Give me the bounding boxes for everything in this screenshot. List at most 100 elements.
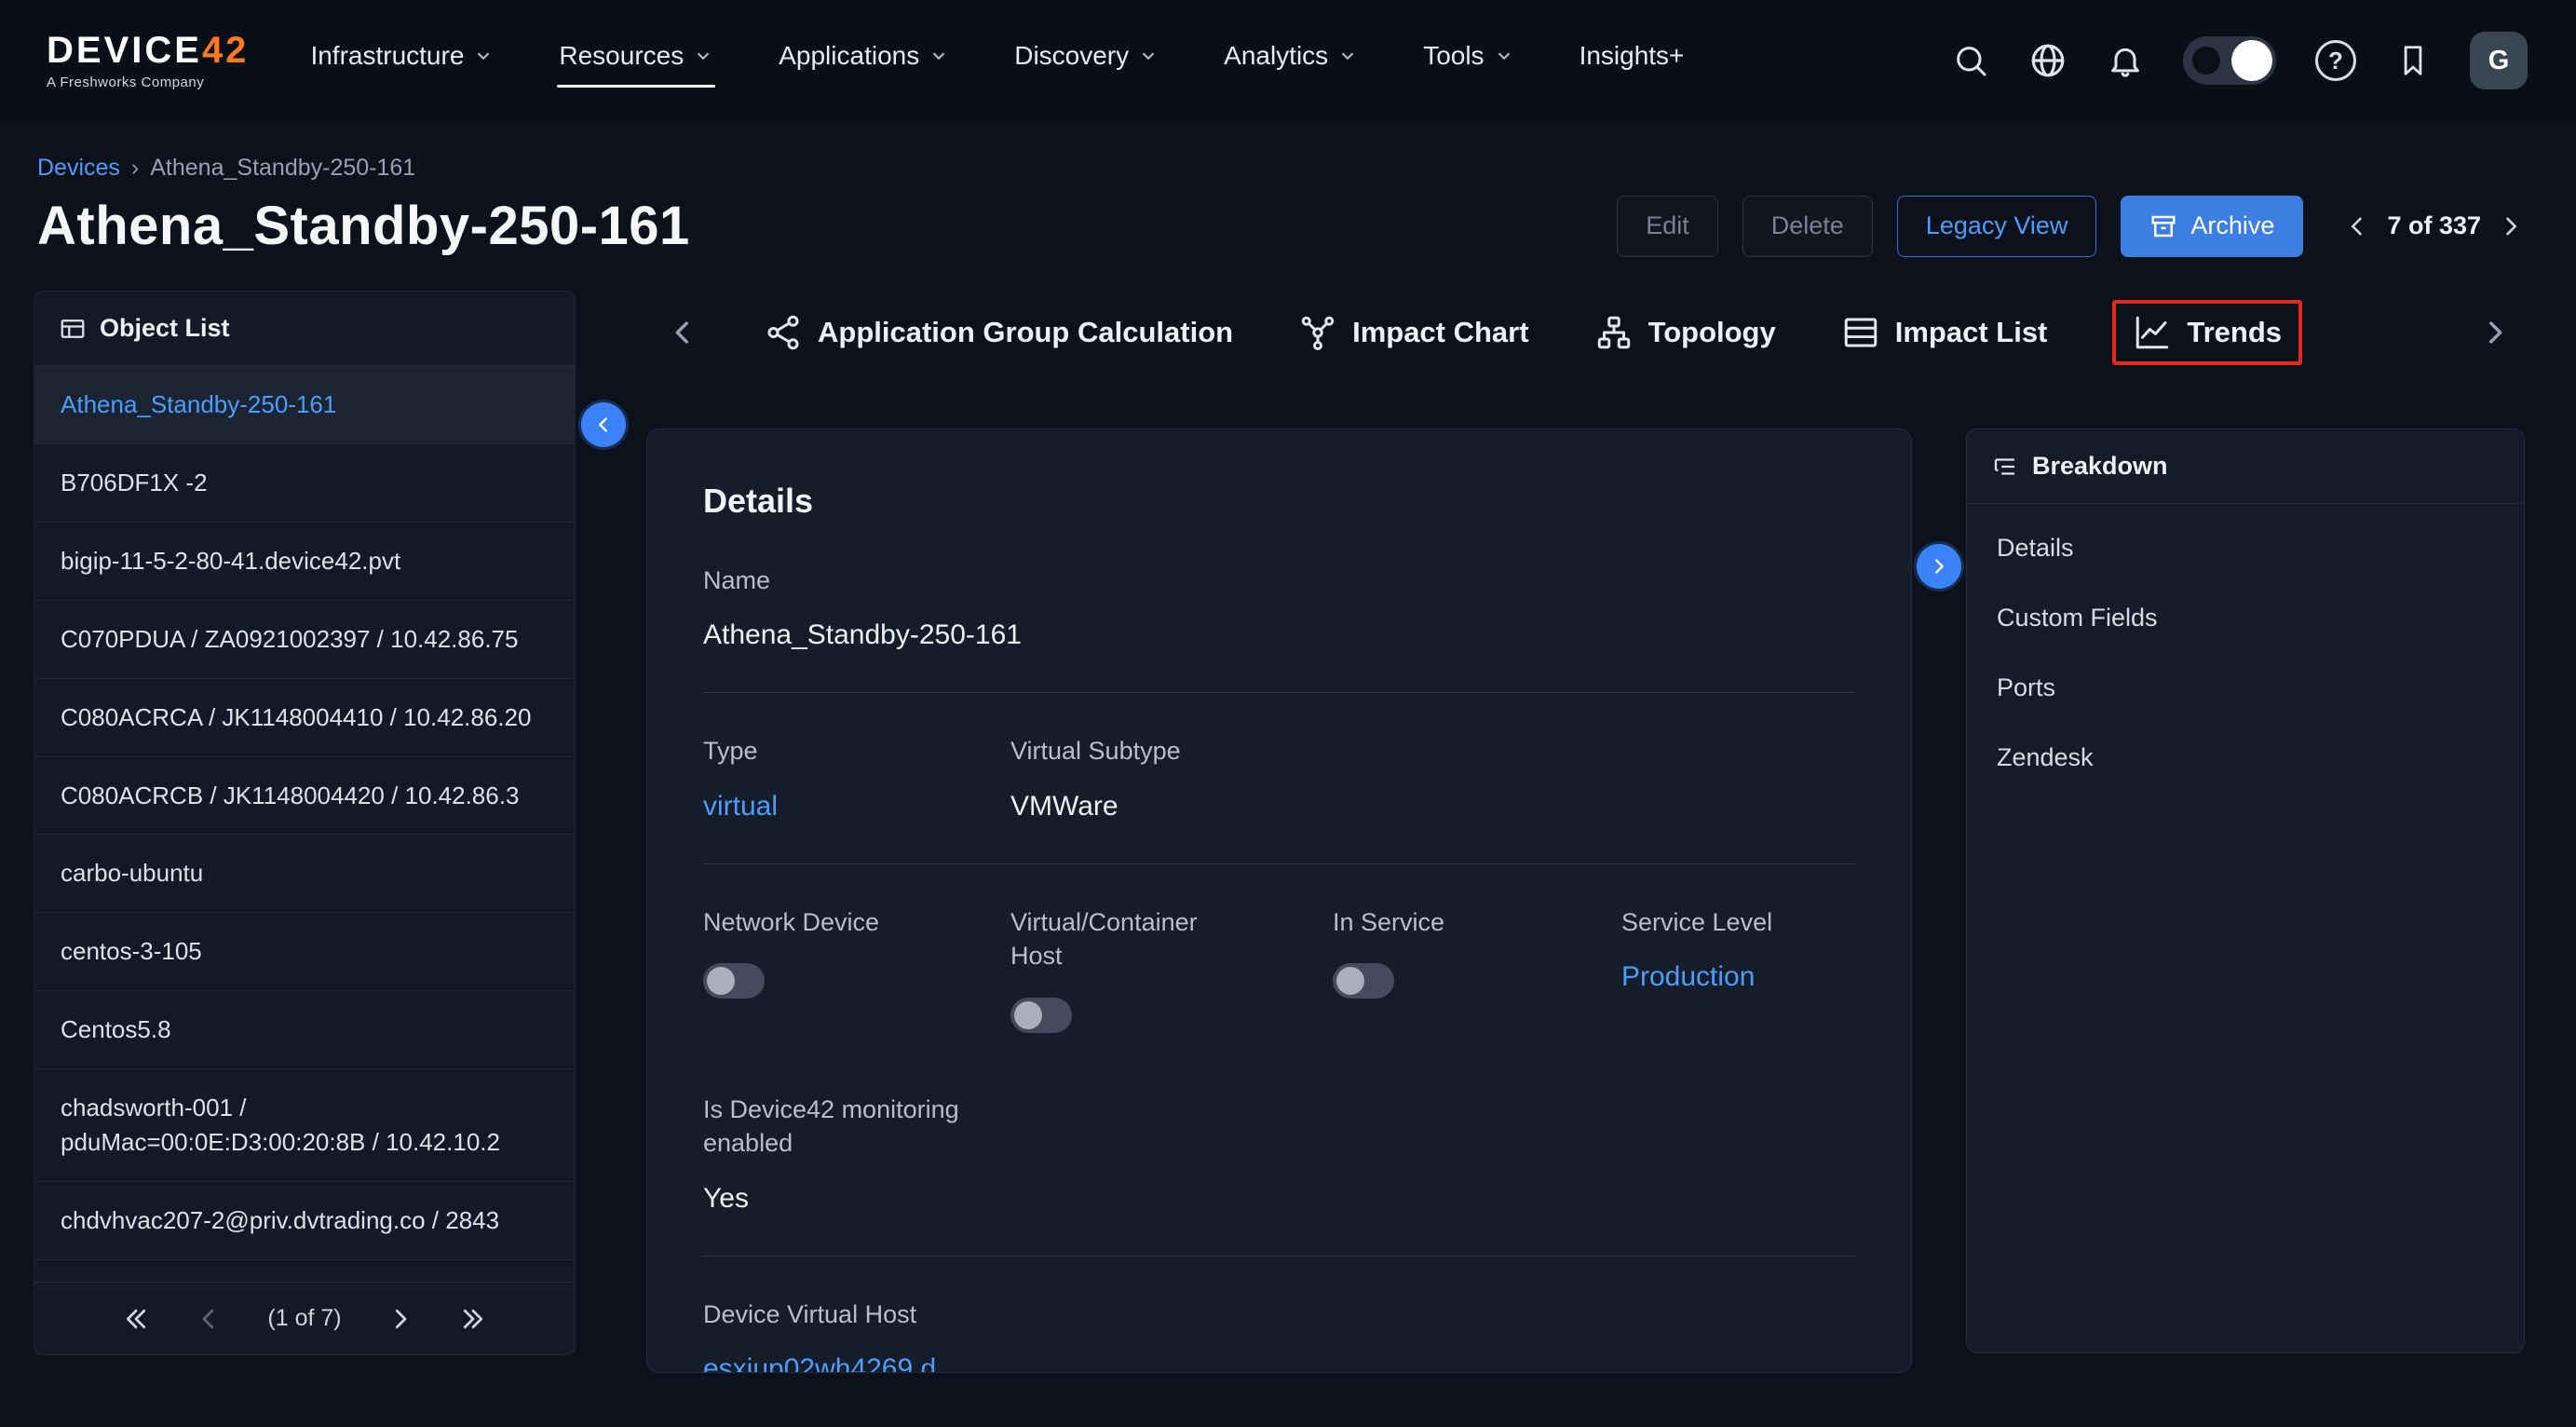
tab-bar: Application Group Calculation Impact Cha…: [646, 291, 2524, 374]
breakdown-item-details[interactable]: Details: [1967, 513, 2524, 583]
tabs-scroll-left-button[interactable]: [667, 317, 698, 348]
nav-item-infrastructure[interactable]: Infrastructure: [308, 32, 495, 89]
details-card: Details Name Athena_Standby-250-161 Type…: [646, 428, 1912, 1373]
virtual-subtype-label: Virtual Subtype: [1010, 734, 1855, 768]
network-device-field: Network Device: [703, 905, 1010, 1033]
archive-button[interactable]: Archive: [2121, 196, 2303, 257]
device-pager: 7 of 337: [2344, 211, 2524, 240]
moon-icon: [2192, 47, 2220, 75]
nav-item-applications[interactable]: Applications: [777, 32, 951, 89]
divider: [703, 863, 1855, 864]
list-item[interactable]: B706DF1X -2: [34, 444, 575, 523]
impact-chart-icon: [1298, 313, 1337, 352]
virtual-subtype-value: VMWare: [1010, 791, 1855, 822]
last-page-button[interactable]: [459, 1305, 487, 1333]
breakdown-item-custom-fields[interactable]: Custom Fields: [1967, 583, 2524, 653]
nav-item-tools[interactable]: Tools: [1421, 32, 1515, 89]
object-list-pagination: (1 of 7): [34, 1282, 575, 1354]
tab-impact-list[interactable]: Impact List: [1841, 313, 2048, 352]
app-root: DEVICE42 A Freshworks Company Infrastruc…: [0, 0, 2576, 1427]
object-list-items: Athena_Standby-250-161 B706DF1X -2 bigip…: [34, 366, 575, 1282]
list-item[interactable]: chdvhvac207-2@priv.dvtrading.co / 2843: [34, 1182, 575, 1260]
navbar-right-controls: ? G: [1952, 32, 2528, 89]
nav-item-analytics[interactable]: Analytics: [1222, 32, 1360, 89]
main-body: Details Name Athena_Standby-250-161 Type…: [646, 428, 2524, 1373]
title-row: Athena_Standby-250-161 Edit Delete Legac…: [37, 195, 2524, 257]
tab-impact-chart[interactable]: Impact Chart: [1298, 313, 1528, 352]
delete-button[interactable]: Delete: [1742, 196, 1873, 257]
avatar[interactable]: G: [2470, 32, 2528, 89]
tabs-scroll-right-button[interactable]: [2479, 317, 2511, 348]
virtual-container-host-toggle[interactable]: [1010, 998, 1072, 1033]
breakdown-panel: Breakdown Details Custom Fields Ports Ze…: [1966, 428, 2525, 1353]
nav-item-discovery[interactable]: Discovery: [1012, 32, 1160, 89]
list-item[interactable]: Centos5.8: [34, 991, 575, 1069]
sidebar-collapse-button[interactable]: [581, 402, 626, 447]
legacy-view-button[interactable]: Legacy View: [1897, 196, 2097, 257]
main-column: Application Group Calculation Impact Cha…: [646, 291, 2524, 1373]
prev-device-button[interactable]: [2344, 213, 2370, 239]
globe-icon[interactable]: [2028, 41, 2068, 80]
bell-icon[interactable]: [2107, 42, 2144, 79]
type-row: Type virtual Virtual Subtype VMWare: [703, 734, 1855, 822]
list-item[interactable]: centos-3-105: [34, 913, 575, 991]
tab-label: Trends: [2187, 316, 2282, 349]
details-expand-button[interactable]: [1917, 544, 1961, 589]
breakdown-title: Breakdown: [2032, 452, 2168, 481]
breakdown-item-ports[interactable]: Ports: [1967, 653, 2524, 723]
service-level-value-link[interactable]: Production: [1621, 961, 1855, 993]
tab-label: Topology: [1648, 316, 1776, 349]
type-value-link[interactable]: virtual: [703, 791, 1010, 822]
virtual-container-host-field: Virtual/Container Host: [1010, 905, 1333, 1033]
list-item[interactable]: C080ACRCA / JK1148004410 / 10.42.86.20: [34, 679, 575, 757]
next-page-button[interactable]: [386, 1305, 414, 1333]
nav-item-label: Analytics: [1224, 41, 1328, 71]
breadcrumb-current: Athena_Standby-250-161: [150, 155, 415, 182]
object-list-header: Object List: [34, 292, 575, 366]
breakdown-item-zendesk[interactable]: Zendesk: [1967, 723, 2524, 793]
service-level-label: Service Level: [1621, 905, 1855, 939]
list-item[interactable]: C070PDUA / ZA0921002397 / 10.42.86.75: [34, 601, 575, 679]
first-page-button[interactable]: [122, 1305, 150, 1333]
network-device-toggle[interactable]: [703, 963, 765, 999]
type-field: Type virtual: [703, 734, 1010, 822]
nav-item-insights[interactable]: Insights+: [1578, 32, 1687, 89]
list-item[interactable]: Athena_Standby-250-161: [34, 366, 575, 444]
nav-item-label: Infrastructure: [310, 41, 464, 71]
page-title: Athena_Standby-250-161: [37, 195, 690, 257]
in-service-field: In Service: [1333, 905, 1621, 1033]
device42-logo[interactable]: DEVICE42 A Freshworks Company: [47, 32, 249, 90]
list-item[interactable]: bigip-11-5-2-80-41.device42.pvt: [34, 523, 575, 601]
nav-item-resources[interactable]: Resources: [557, 32, 715, 89]
edit-button[interactable]: Edit: [1617, 196, 1718, 257]
monitoring-label: Is Device42 monitoring enabled: [703, 1093, 973, 1161]
device-virtual-host-link[interactable]: esxiup02wh4269.d: [703, 1353, 1855, 1373]
breadcrumb-devices-link[interactable]: Devices: [37, 155, 120, 182]
help-icon[interactable]: ?: [2315, 40, 2356, 81]
chevron-down-icon: [1138, 46, 1159, 66]
list-item[interactable]: chadsworth-001 / pduMac=00:0E:D3:00:20:8…: [34, 1069, 575, 1182]
tab-application-group-calculation[interactable]: Application Group Calculation: [764, 313, 1233, 352]
chevron-right-icon: [1929, 556, 1949, 577]
archive-icon: [2149, 212, 2177, 240]
theme-toggle[interactable]: [2183, 36, 2276, 85]
tab-trends[interactable]: Trends: [2112, 300, 2302, 365]
bookmark-icon[interactable]: [2395, 43, 2431, 78]
chevron-down-icon: [1337, 46, 1358, 66]
breakdown-items: Details Custom Fields Ports Zendesk: [1967, 504, 2524, 793]
tab-topology[interactable]: Topology: [1594, 313, 1776, 352]
nav-item-label: Insights+: [1579, 41, 1685, 71]
search-icon[interactable]: [1952, 42, 1989, 79]
in-service-toggle[interactable]: [1333, 963, 1394, 999]
virtual-subtype-field: Virtual Subtype VMWare: [1010, 734, 1855, 822]
breakdown-header: Breakdown: [1967, 429, 2524, 504]
nav-item-label: Applications: [779, 41, 919, 71]
chevron-down-icon: [929, 46, 949, 66]
list-item[interactable]: C080ACRCB / JK1148004420 / 10.42.86.3: [34, 757, 575, 836]
in-service-label: In Service: [1333, 905, 1621, 939]
chevron-down-icon: [473, 46, 494, 66]
list-item[interactable]: carbo-ubuntu: [34, 835, 575, 913]
next-device-button[interactable]: [2498, 213, 2524, 239]
prev-page-button[interactable]: [195, 1305, 223, 1333]
content-area: Object List Athena_Standby-250-161 B706D…: [0, 291, 2576, 1373]
